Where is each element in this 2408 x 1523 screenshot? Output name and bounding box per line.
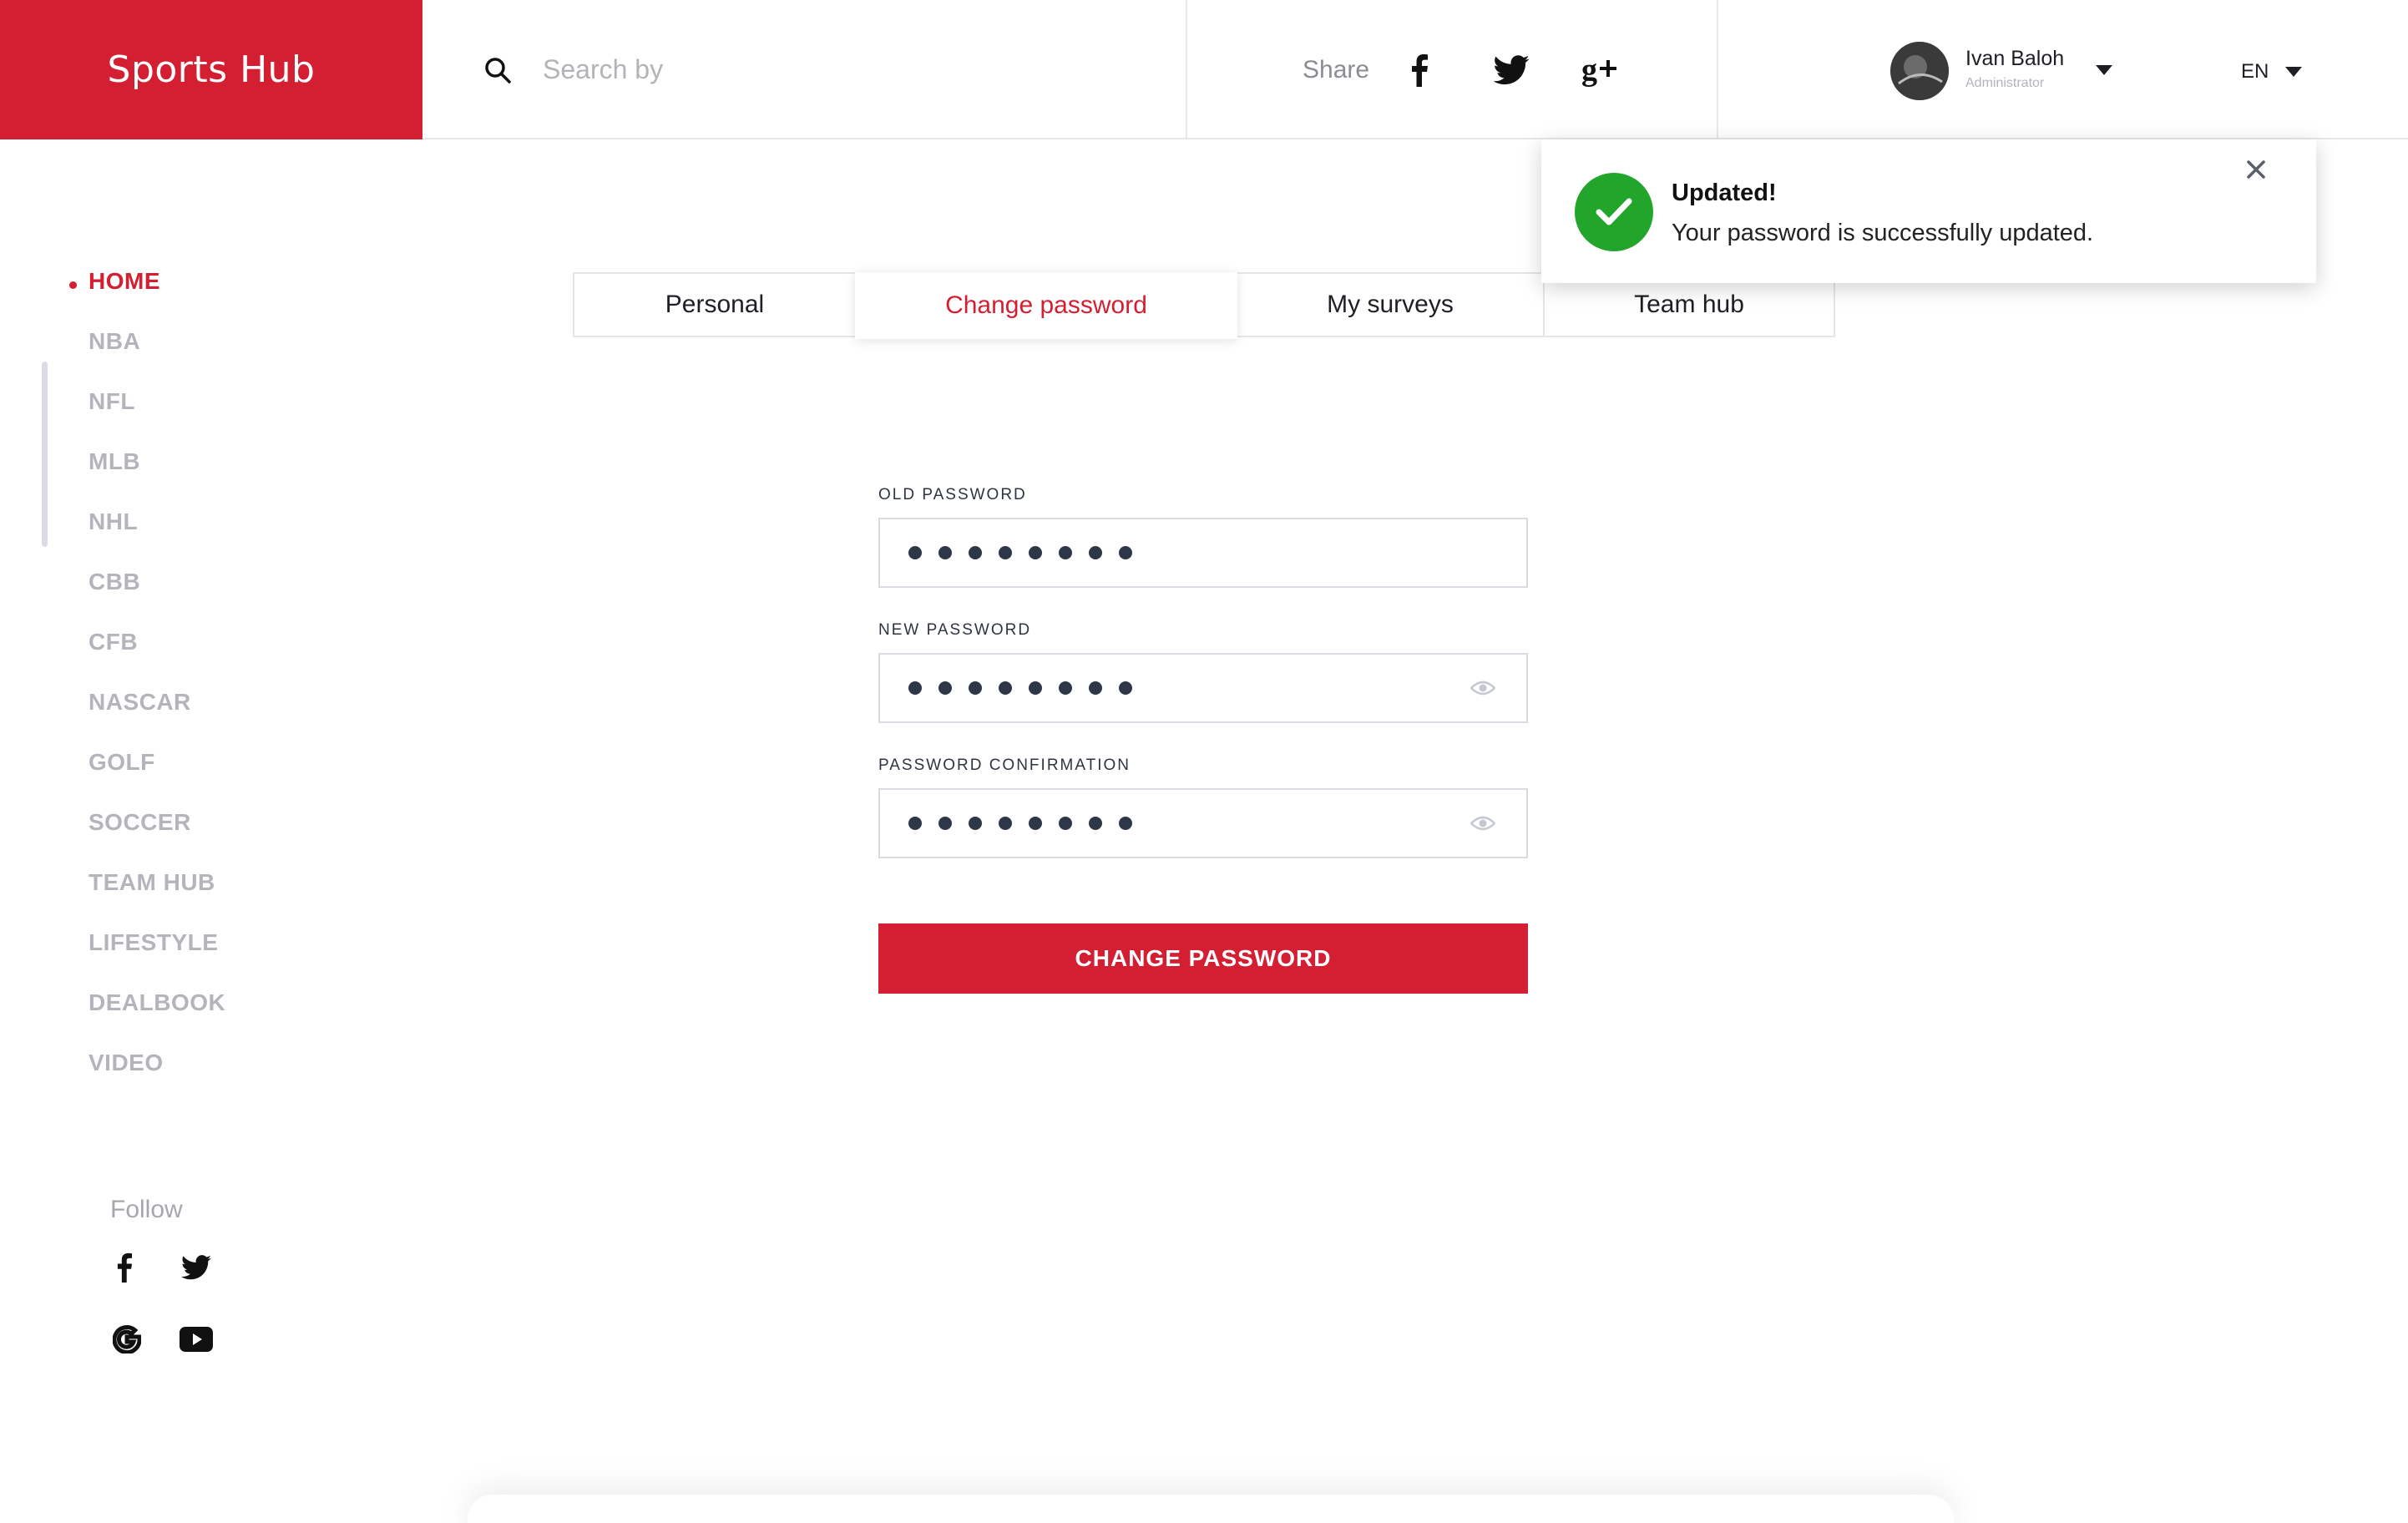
sidebar-item-team-hub[interactable]: TEAM HUB — [89, 869, 215, 896]
footer-card-edge — [468, 1495, 1954, 1523]
search-input[interactable] — [543, 54, 1044, 85]
user-name[interactable]: Ivan Baloh — [1965, 47, 2064, 71]
sidebar-item-nascar[interactable]: NASCAR — [89, 689, 191, 716]
tab-team-hub-label: Team hub — [1634, 291, 1744, 318]
twitter-icon[interactable] — [1493, 54, 1530, 85]
tab-my-surveys[interactable]: My surveys — [1237, 274, 1543, 336]
old-password-field[interactable] — [878, 518, 1528, 588]
active-indicator — [69, 281, 77, 289]
eye-icon[interactable] — [1470, 676, 1496, 700]
facebook-icon[interactable] — [1411, 53, 1429, 87]
old-password-label: OLD PASSWORD — [878, 486, 1027, 503]
check-icon — [1575, 173, 1653, 251]
user-menu[interactable]: Ivan Baloh Administrator EN — [1718, 0, 2408, 139]
sidebar-item-soccer[interactable]: SOCCER — [89, 809, 191, 836]
follow-label: Follow — [110, 1196, 183, 1223]
change-password-button[interactable]: CHANGE PASSWORD — [878, 923, 1528, 994]
close-icon[interactable] — [2241, 154, 2271, 185]
sidebar-item-cfb[interactable]: CFB — [89, 629, 138, 655]
google-plus-icon[interactable]: g — [1581, 53, 1620, 87]
sidebar: HOME NBA NFL MLB NHL CBB CFB NASCAR GOLF… — [0, 139, 250, 1523]
sidebar-item-video[interactable]: VIDEO — [89, 1050, 164, 1076]
share-label: Share — [1303, 55, 1370, 83]
sidebar-item-mlb[interactable]: MLB — [89, 448, 140, 475]
svg-text:g: g — [1581, 53, 1597, 87]
sidebar-item-golf[interactable]: GOLF — [89, 749, 155, 776]
share-section: Share g — [1187, 0, 1718, 139]
masked-value — [908, 519, 1132, 586]
avatar[interactable] — [1890, 42, 1949, 100]
top-header: Sports Hub Share g Ivan Baloh Administra… — [0, 0, 2408, 139]
eye-icon[interactable] — [1470, 812, 1496, 835]
search-bar — [422, 0, 1187, 139]
new-password-label: NEW PASSWORD — [878, 621, 1032, 639]
sidebar-item-cbb[interactable]: CBB — [89, 569, 140, 595]
google-icon[interactable] — [109, 1321, 145, 1358]
sidebar-item-home[interactable]: HOME — [89, 268, 160, 295]
tab-personal-label: Personal — [665, 291, 765, 318]
twitter-icon[interactable] — [178, 1249, 215, 1286]
sidebar-item-nfl[interactable]: NFL — [89, 388, 135, 415]
sidebar-item-nhl[interactable]: NHL — [89, 509, 138, 535]
tab-team-hub[interactable]: Team hub — [1545, 274, 1834, 336]
chevron-down-icon[interactable] — [2096, 65, 2112, 75]
youtube-icon[interactable] — [178, 1321, 215, 1358]
masked-value — [908, 655, 1132, 721]
masked-value — [908, 790, 1132, 857]
confirm-password-label: PASSWORD CONFIRMATION — [878, 756, 1131, 774]
toast-message: Your password is successfully updated. — [1672, 220, 2094, 246]
sidebar-item-dealbook[interactable]: DEALBOOK — [89, 989, 225, 1016]
sidebar-item-nba[interactable]: NBA — [89, 328, 140, 355]
chevron-down-icon[interactable] — [2285, 67, 2302, 77]
new-password-field[interactable] — [878, 653, 1528, 723]
sidebar-scrollbar[interactable] — [42, 362, 48, 547]
tab-change-password-label: Change password — [945, 291, 1147, 319]
brand-name[interactable]: Sports Hub — [108, 48, 316, 91]
language-selector[interactable]: EN — [2241, 60, 2269, 83]
user-role: Administrator — [1965, 76, 2045, 90]
search-icon[interactable] — [481, 53, 514, 87]
confirm-password-field[interactable] — [878, 788, 1528, 858]
toast-title: Updated! — [1672, 180, 1777, 206]
success-toast: Updated! Your password is successfully u… — [1541, 139, 2316, 283]
sidebar-item-lifestyle[interactable]: LIFESTYLE — [89, 929, 218, 956]
tab-personal[interactable]: Personal — [574, 274, 855, 336]
facebook-icon[interactable] — [106, 1249, 143, 1286]
tab-change-password[interactable]: Change password — [855, 272, 1237, 339]
tab-my-surveys-label: My surveys — [1327, 291, 1454, 318]
brand-logo[interactable]: Sports Hub — [0, 0, 422, 139]
